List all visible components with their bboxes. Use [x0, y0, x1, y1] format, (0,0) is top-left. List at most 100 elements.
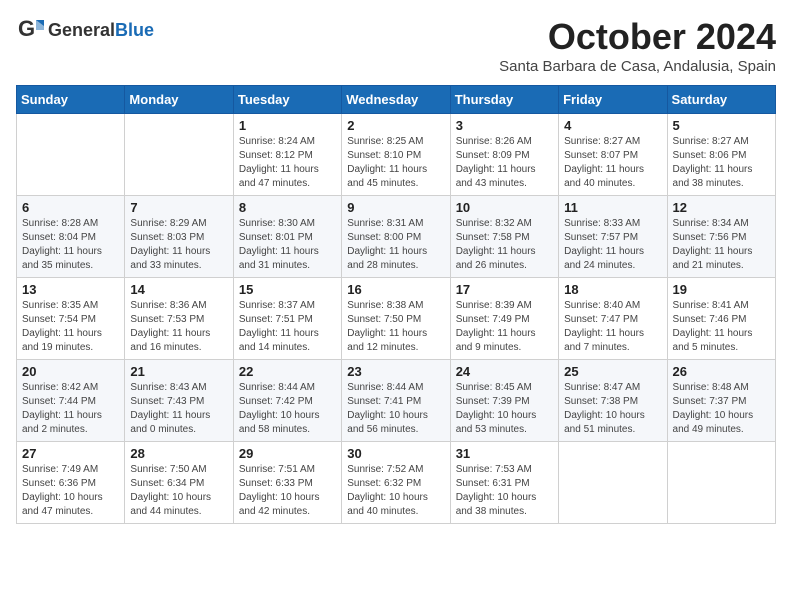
day-info: Sunrise: 8:27 AM Sunset: 8:07 PM Dayligh…: [564, 135, 661, 191]
day-info: Sunrise: 7:53 AM Sunset: 6:31 PM Dayligh…: [456, 463, 553, 519]
calendar-cell: 29Sunrise: 7:51 AM Sunset: 6:33 PM Dayli…: [233, 442, 341, 524]
day-number: 1: [239, 118, 336, 133]
weekday-header-monday: Monday: [125, 86, 233, 114]
day-info: Sunrise: 8:30 AM Sunset: 8:01 PM Dayligh…: [239, 217, 336, 273]
day-number: 2: [347, 118, 444, 133]
day-number: 8: [239, 200, 336, 215]
calendar-cell: 12Sunrise: 8:34 AM Sunset: 7:56 PM Dayli…: [667, 196, 775, 278]
calendar-cell: 20 Sunrise: 8:42 AM Sunset: 7:44 PM Dayli…: [17, 360, 125, 442]
calendar-cell: 1 Sunrise: 8:24 AM Sunset: 8:12 PM Daylig…: [233, 114, 341, 196]
day-number: 20: [22, 364, 119, 379]
calendar-cell: 7Sunrise: 8:29 AM Sunset: 8:03 PM Daylig…: [125, 196, 233, 278]
day-info: Sunrise: 8:41 AM Sunset: 7:46 PM Dayligh…: [673, 299, 770, 355]
calendar-cell: [559, 442, 667, 524]
logo-icon: G: [16, 16, 44, 44]
day-number: 10: [456, 200, 553, 215]
page-header: G GeneralBlue October 2024 Santa Barbara…: [16, 16, 776, 75]
calendar-cell: 23 Sunrise: 8:44 AM Sunset: 7:41 PM Dayli…: [342, 360, 450, 442]
calendar-cell: 26 Sunrise: 8:48 AM Sunset: 7:37 PM Dayli…: [667, 360, 775, 442]
day-number: 13: [22, 282, 119, 297]
day-number: 14: [130, 282, 227, 297]
day-number: 3: [456, 118, 553, 133]
calendar-cell: [125, 114, 233, 196]
calendar-cell: 18Sunrise: 8:40 AM Sunset: 7:47 PM Dayli…: [559, 278, 667, 360]
day-number: 26: [673, 364, 770, 379]
day-info: Sunrise: 7:52 AM Sunset: 6:32 PM Dayligh…: [347, 463, 444, 519]
weekday-header-friday: Friday: [559, 86, 667, 114]
day-number: 17: [456, 282, 553, 297]
day-info: Sunrise: 8:35 AM Sunset: 7:54 PM Dayligh…: [22, 299, 119, 355]
day-number: 29: [239, 446, 336, 461]
day-info: Sunrise: 8:43 AM Sunset: 7:43 PM Dayligh…: [130, 381, 227, 437]
calendar-cell: 19 Sunrise: 8:41 AM Sunset: 7:46 PM Dayli…: [667, 278, 775, 360]
logo-wordmark: GeneralBlue: [48, 20, 154, 41]
day-number: 16: [347, 282, 444, 297]
day-info: Sunrise: 8:29 AM Sunset: 8:03 PM Dayligh…: [130, 217, 227, 273]
day-info: Sunrise: 8:40 AM Sunset: 7:47 PM Dayligh…: [564, 299, 661, 355]
day-number: 27: [22, 446, 119, 461]
calendar-cell: 27 Sunrise: 7:49 AM Sunset: 6:36 PM Dayli…: [17, 442, 125, 524]
day-info: Sunrise: 8:44 AM Sunset: 7:42 PM Dayligh…: [239, 381, 336, 437]
day-number: 5: [673, 118, 770, 133]
week-row-3: 13 Sunrise: 8:35 AM Sunset: 7:54 PM Dayli…: [17, 278, 776, 360]
day-number: 19: [673, 282, 770, 297]
calendar-cell: 11 Sunrise: 8:33 AM Sunset: 7:57 PM Dayli…: [559, 196, 667, 278]
day-info: Sunrise: 8:31 AM Sunset: 8:00 PM Dayligh…: [347, 217, 444, 273]
day-info: Sunrise: 8:33 AM Sunset: 7:57 PM Dayligh…: [564, 217, 661, 273]
calendar-cell: 9 Sunrise: 8:31 AM Sunset: 8:00 PM Daylig…: [342, 196, 450, 278]
calendar-cell: 28Sunrise: 7:50 AM Sunset: 6:34 PM Dayli…: [125, 442, 233, 524]
week-row-5: 27 Sunrise: 7:49 AM Sunset: 6:36 PM Dayli…: [17, 442, 776, 524]
day-number: 9: [347, 200, 444, 215]
day-info: Sunrise: 7:49 AM Sunset: 6:36 PM Dayligh…: [22, 463, 119, 519]
week-row-4: 20 Sunrise: 8:42 AM Sunset: 7:44 PM Dayli…: [17, 360, 776, 442]
location-subtitle: Santa Barbara de Casa, Andalusia, Spain: [499, 58, 776, 75]
day-info: Sunrise: 8:37 AM Sunset: 7:51 PM Dayligh…: [239, 299, 336, 355]
day-info: Sunrise: 8:45 AM Sunset: 7:39 PM Dayligh…: [456, 381, 553, 437]
day-number: 22: [239, 364, 336, 379]
day-info: Sunrise: 8:39 AM Sunset: 7:49 PM Dayligh…: [456, 299, 553, 355]
calendar-cell: 25Sunrise: 8:47 AM Sunset: 7:38 PM Dayli…: [559, 360, 667, 442]
calendar-cell: 13 Sunrise: 8:35 AM Sunset: 7:54 PM Dayli…: [17, 278, 125, 360]
day-number: 25: [564, 364, 661, 379]
day-number: 21: [130, 364, 227, 379]
day-info: Sunrise: 8:32 AM Sunset: 7:58 PM Dayligh…: [456, 217, 553, 273]
day-number: 15: [239, 282, 336, 297]
weekday-header-sunday: Sunday: [17, 86, 125, 114]
calendar-cell: 5Sunrise: 8:27 AM Sunset: 8:06 PM Daylig…: [667, 114, 775, 196]
day-number: 28: [130, 446, 227, 461]
calendar-cell: 30 Sunrise: 7:52 AM Sunset: 6:32 PM Dayli…: [342, 442, 450, 524]
day-info: Sunrise: 8:36 AM Sunset: 7:53 PM Dayligh…: [130, 299, 227, 355]
calendar-cell: 17 Sunrise: 8:39 AM Sunset: 7:49 PM Dayli…: [450, 278, 558, 360]
week-row-2: 6Sunrise: 8:28 AM Sunset: 8:04 PM Daylig…: [17, 196, 776, 278]
calendar-cell: 4Sunrise: 8:27 AM Sunset: 8:07 PM Daylig…: [559, 114, 667, 196]
month-title: October 2024: [499, 16, 776, 58]
day-info: Sunrise: 8:44 AM Sunset: 7:41 PM Dayligh…: [347, 381, 444, 437]
calendar-cell: 2 Sunrise: 8:25 AM Sunset: 8:10 PM Daylig…: [342, 114, 450, 196]
calendar-cell: [667, 442, 775, 524]
day-number: 12: [673, 200, 770, 215]
calendar-cell: 14 Sunrise: 8:36 AM Sunset: 7:53 PM Dayli…: [125, 278, 233, 360]
calendar-cell: 3 Sunrise: 8:26 AM Sunset: 8:09 PM Daylig…: [450, 114, 558, 196]
day-number: 11: [564, 200, 661, 215]
calendar-cell: 21 Sunrise: 8:43 AM Sunset: 7:43 PM Dayli…: [125, 360, 233, 442]
day-info: Sunrise: 8:28 AM Sunset: 8:04 PM Dayligh…: [22, 217, 119, 273]
day-info: Sunrise: 8:25 AM Sunset: 8:10 PM Dayligh…: [347, 135, 444, 191]
weekday-header-tuesday: Tuesday: [233, 86, 341, 114]
weekday-header-wednesday: Wednesday: [342, 86, 450, 114]
day-info: Sunrise: 8:26 AM Sunset: 8:09 PM Dayligh…: [456, 135, 553, 191]
calendar-cell: [17, 114, 125, 196]
calendar-cell: 31Sunrise: 7:53 AM Sunset: 6:31 PM Dayli…: [450, 442, 558, 524]
day-info: Sunrise: 8:48 AM Sunset: 7:37 PM Dayligh…: [673, 381, 770, 437]
day-number: 23: [347, 364, 444, 379]
day-number: 24: [456, 364, 553, 379]
day-info: Sunrise: 8:42 AM Sunset: 7:44 PM Dayligh…: [22, 381, 119, 437]
weekday-header-saturday: Saturday: [667, 86, 775, 114]
title-area: October 2024 Santa Barbara de Casa, Anda…: [499, 16, 776, 75]
logo: G GeneralBlue: [16, 16, 154, 44]
calendar-table: SundayMondayTuesdayWednesdayThursdayFrid…: [16, 85, 776, 524]
week-row-1: 1 Sunrise: 8:24 AM Sunset: 8:12 PM Daylig…: [17, 114, 776, 196]
svg-text:G: G: [18, 16, 35, 41]
logo-general-text: General: [48, 20, 115, 40]
day-number: 30: [347, 446, 444, 461]
day-info: Sunrise: 8:24 AM Sunset: 8:12 PM Dayligh…: [239, 135, 336, 191]
